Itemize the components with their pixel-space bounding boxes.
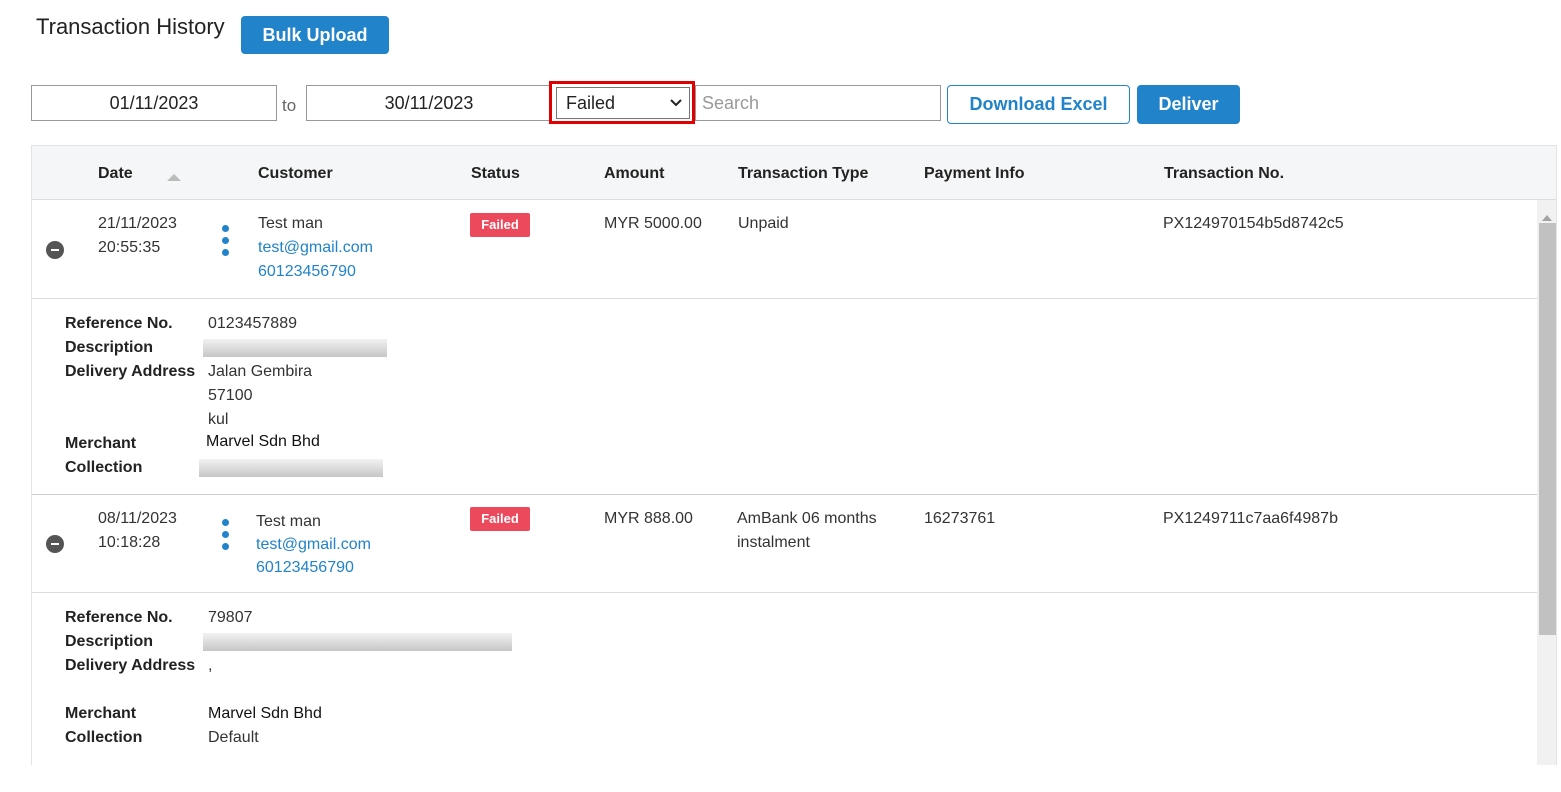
customer-email-link[interactable]: test@gmail.com [256, 533, 371, 557]
status-badge: Failed [470, 507, 530, 531]
status-badge: Failed [470, 213, 530, 237]
bulk-upload-button[interactable]: Bulk Upload [241, 16, 389, 54]
delivery-address-label: Delivery Address [65, 657, 196, 674]
reference-value: 79807 [208, 609, 253, 626]
column-header-transaction-type: Transaction Type [738, 165, 869, 182]
column-header-customer: Customer [258, 165, 333, 182]
deliver-button[interactable]: Deliver [1137, 85, 1240, 124]
redacted-collection [199, 459, 383, 477]
scrollbar-thumb[interactable] [1539, 223, 1556, 635]
row-date: 08/11/2023 [98, 510, 177, 527]
description-label: Description [65, 339, 154, 356]
address-line-1: , [208, 657, 213, 674]
redacted-description [203, 633, 512, 651]
column-header-transaction-no: Transaction No. [1164, 165, 1285, 182]
transactions-table: Date Customer Status Amount Transaction … [31, 145, 1557, 765]
collection-label: Collection [65, 459, 143, 476]
row-time: 20:55:35 [98, 239, 161, 256]
row-transaction-no: PX1249711c7aa6f4987b [1163, 510, 1338, 527]
status-filter-value: Failed [566, 92, 616, 113]
chevron-down-icon [669, 94, 683, 117]
customer-name: Test man [256, 513, 321, 530]
address-line-3: kul [208, 411, 229, 428]
row-transaction-no: PX124970154b5d8742c5 [1163, 215, 1344, 232]
column-header-payment-info: Payment Info [924, 165, 1025, 182]
download-excel-button[interactable]: Download Excel [947, 85, 1130, 124]
row-details: Reference No. 0123457889 Description Del… [32, 299, 1537, 495]
date-from-input[interactable]: 01/11/2023 [31, 85, 277, 121]
collection-value: Default [208, 729, 259, 746]
reference-value: 0123457889 [208, 315, 297, 332]
merchant-label: Merchant [65, 705, 137, 722]
customer-name: Test man [258, 215, 323, 232]
delivery-address-label: Delivery Address [65, 363, 196, 380]
search-input[interactable] [695, 85, 941, 121]
row-amount: MYR 5000.00 [604, 215, 702, 232]
row-date: 21/11/2023 [98, 215, 177, 232]
redacted-description [203, 339, 387, 357]
row-payment-info: 16273761 [924, 510, 996, 527]
row-transaction-type-line2: instalment [737, 534, 810, 551]
customer-phone-link[interactable]: 60123456790 [258, 260, 356, 284]
more-actions-icon[interactable] [221, 225, 229, 257]
address-line-1: Jalan Gembira [208, 363, 313, 380]
customer-phone-link[interactable]: 60123456790 [256, 556, 354, 580]
collapse-row-icon[interactable] [46, 241, 64, 259]
merchant-value: Marvel Sdn Bhd [206, 433, 320, 450]
row-time: 10:18:28 [98, 534, 161, 551]
table-row[interactable]: 21/11/2023 20:55:35 Test man test@gmail.… [32, 200, 1537, 299]
table-scrollbar[interactable] [1537, 200, 1556, 765]
row-details: Reference No. 79807 Description Delivery… [32, 593, 1537, 765]
column-header-date[interactable]: Date [98, 165, 133, 183]
merchant-value: Marvel Sdn Bhd [208, 705, 322, 722]
row-amount: MYR 888.00 [604, 510, 693, 527]
column-header-status: Status [471, 165, 520, 182]
collection-label: Collection [65, 729, 143, 746]
address-line-2: 57100 [208, 387, 253, 404]
date-range-to-label: to [282, 96, 297, 115]
date-to-input[interactable]: 30/11/2023 [306, 85, 552, 121]
description-label: Description [65, 633, 154, 650]
reference-label: Reference No. [65, 315, 173, 332]
sort-ascending-icon[interactable] [166, 169, 182, 187]
column-header-amount: Amount [604, 165, 665, 182]
row-transaction-type: AmBank 06 months [737, 510, 877, 527]
row-transaction-type: Unpaid [738, 215, 789, 232]
customer-email-link[interactable]: test@gmail.com [258, 236, 373, 260]
reference-label: Reference No. [65, 609, 173, 626]
merchant-label: Merchant [65, 435, 137, 452]
table-row[interactable]: 08/11/2023 10:18:28 Test man test@gmail.… [32, 495, 1537, 593]
table-header: Date Customer Status Amount Transaction … [32, 146, 1556, 200]
status-filter-select[interactable]: Failed [556, 87, 690, 119]
collapse-row-icon[interactable] [46, 535, 64, 553]
more-actions-icon[interactable] [221, 519, 229, 551]
page-title: Transaction History [36, 14, 225, 39]
